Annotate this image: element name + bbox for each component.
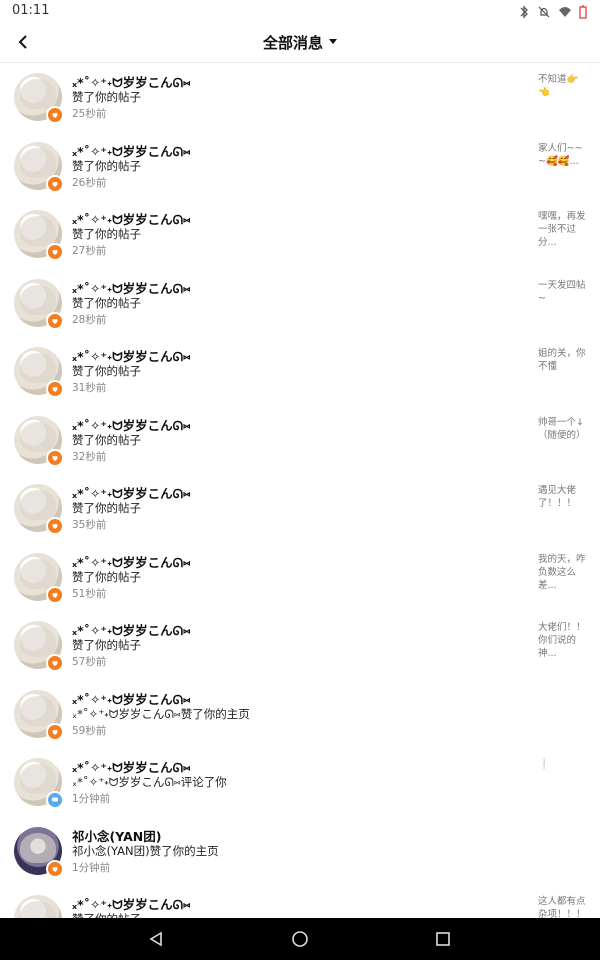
status-time: 01:11 (12, 3, 50, 18)
post-preview: 大佬们！！你们说的神... (538, 622, 586, 659)
action-text: 赞了你的帖子 (72, 638, 141, 652)
list-item[interactable]: ₓ*˚✧⁺˖ᗢ岁岁こんᘏ⑅ 赞了你的帖子 27秒前 嘿嘿，再发一张不过分... (0, 200, 600, 269)
action-text: 祁小念(YAN团)赞了你的主页 (72, 843, 219, 858)
avatar-image (20, 558, 56, 589)
timestamp: 59秒前 (72, 724, 107, 737)
timestamp: 51秒前 (72, 587, 107, 600)
action-text: ₓ*˚✧⁺˖ᗢ岁岁こんᘏ⑅评论了你 (72, 775, 227, 789)
like-badge-icon (46, 585, 64, 604)
list-item[interactable]: ₓ*˚✧⁺˖ᗢ岁岁こんᘏ⑅ ₓ*˚✧⁺˖ᗢ岁岁こんᘏ⑅评论了你 1分钟前 ❕ (0, 748, 600, 817)
status-bar: 01:11 (0, 0, 600, 24)
comment-badge-icon (46, 791, 64, 809)
post-preview: 家人们~~~🥰🥰... (538, 142, 583, 167)
list-item[interactable]: ₓ*˚✧⁺˖ᗢ岁岁こんᘏ⑅ 赞了你的帖子 51秒前 我的天，咋负数这么差... (0, 543, 600, 612)
page-title: 全部消息 (262, 34, 323, 52)
action-text: 赞了你的帖子 (72, 158, 141, 173)
like-badge-icon (46, 859, 64, 878)
status-icons (518, 4, 590, 19)
timestamp: 25秒前 (72, 108, 107, 120)
post-preview: 这人都有点杂项！！！ (538, 896, 586, 918)
avatar-image (20, 421, 56, 452)
post-preview: 嘿嘿，再发一张不过分... (538, 211, 586, 248)
caret-down-icon (329, 39, 337, 44)
message-list[interactable]: ₓ*˚✧⁺˖ᗢ岁岁こんᘏ⑅ 赞了你的帖子 25秒前 不知道👉👈 ₓ*˚✧⁺˖ᗢ岁岁こんᘏ… (0, 63, 600, 918)
nav-recents-button[interactable] (431, 927, 455, 951)
avatar-image (20, 284, 56, 315)
avatar-image (20, 832, 56, 863)
list-item[interactable]: ₓ*˚✧⁺˖ᗢ岁岁こんᘏ⑅ 赞了你的帖子 26秒前 家人们~~~🥰🥰... (0, 132, 600, 201)
nav-back-button[interactable] (144, 927, 168, 951)
post-preview: 不知道👉👈 (538, 74, 579, 98)
avatar-image (20, 147, 56, 178)
like-badge-icon (46, 243, 64, 261)
like-badge-icon (46, 380, 64, 398)
timestamp: 27秒前 (72, 245, 107, 257)
avatar-image (20, 764, 56, 794)
action-text: 赞了你的帖子 (72, 227, 141, 241)
post-preview: ❕ (538, 759, 550, 770)
like-badge-icon (46, 448, 64, 467)
post-preview: 一天发四帖~ (538, 279, 586, 304)
list-item[interactable]: ₓ*˚✧⁺˖ᗢ岁岁こんᘏ⑅ 赞了你的帖子 28秒前 一天发四帖~ (0, 269, 600, 338)
list-item[interactable]: ₓ*˚✧⁺˖ᗢ岁岁こんᘏ⑅ 赞了你的帖子 25秒前 不知道👉👈 (0, 63, 600, 132)
like-badge-icon (46, 654, 64, 672)
mute-icon (538, 4, 550, 18)
title-dropdown[interactable]: 全部消息 (0, 32, 600, 53)
avatar-image (20, 79, 56, 109)
action-text: 赞了你的帖子 (72, 364, 141, 378)
timestamp: 28秒前 (72, 313, 107, 326)
avatar-image (20, 695, 56, 726)
post-preview: 姐的关，你不懂 (538, 348, 586, 372)
timestamp: 57秒前 (72, 656, 107, 668)
header: 全部消息 (0, 24, 600, 63)
action-text: ₓ*˚✧⁺˖ᗢ岁岁こんᘏ⑅赞了你的主页 (72, 706, 250, 721)
timestamp: 32秒前 (72, 450, 107, 463)
action-text: 赞了你的帖子 (72, 569, 141, 584)
post-preview: 帅哥一个↓（随便的） (538, 416, 586, 441)
bluetooth-icon (518, 4, 530, 19)
like-badge-icon (46, 311, 64, 330)
action-text: 赞了你的帖子 (72, 501, 141, 515)
avatar-image (20, 216, 56, 246)
timestamp: 31秒前 (72, 382, 107, 394)
avatar-image (20, 627, 56, 657)
back-triangle-icon (149, 931, 162, 947)
like-badge-icon (46, 722, 64, 741)
avatar-image (20, 353, 56, 383)
list-item[interactable]: ₓ*˚✧⁺˖ᗢ岁岁こんᘏ⑅ 赞了你的帖子 31秒前 姐的关，你不懂 (0, 337, 600, 406)
home-circle-icon (292, 931, 308, 947)
timestamp: 35秒前 (72, 519, 107, 531)
like-badge-icon (46, 517, 64, 535)
action-text: 赞了你的帖子 (72, 295, 141, 310)
post-preview: 遇见大佬了！！！ (538, 485, 577, 509)
action-text: 赞了你的帖子 (72, 911, 141, 918)
avatar[interactable] (14, 895, 62, 918)
avatar-image (20, 901, 56, 918)
action-text: 赞了你的帖子 (72, 90, 141, 104)
list-item[interactable]: 祁小念(YAN团) 祁小念(YAN团)赞了你的主页 1分钟前 (0, 817, 600, 886)
list-item[interactable]: ₓ*˚✧⁺˖ᗢ岁岁こんᘏ⑅ 赞了你的帖子 32秒前 帅哥一个↓（随便的） (0, 406, 600, 475)
nav-bar (0, 918, 600, 960)
avatar-image (20, 490, 56, 520)
timestamp: 26秒前 (72, 176, 107, 189)
list-item[interactable]: ₓ*˚✧⁺˖ᗢ岁岁こんᘏ⑅ 赞了你的帖子 57秒前 大佬们！！你们说的神... (0, 611, 600, 680)
action-text: 赞了你的帖子 (72, 432, 141, 447)
like-badge-icon (46, 174, 64, 193)
battery-icon (578, 4, 590, 19)
like-badge-icon (46, 106, 64, 124)
list-item[interactable]: ₓ*˚✧⁺˖ᗢ岁岁こんᘏ⑅赞了你的帖子这人都有点杂项！！！ (0, 885, 600, 918)
post-preview: 我的天，咋负数这么差... (538, 553, 586, 591)
list-item[interactable]: ₓ*˚✧⁺˖ᗢ岁岁こんᘏ⑅ ₓ*˚✧⁺˖ᗢ岁岁こんᘏ⑅赞了你的主页 59秒前 (0, 680, 600, 749)
nav-home-button[interactable] (288, 927, 312, 951)
timestamp: 1分钟前 (72, 793, 111, 805)
timestamp: 1分钟前 (72, 861, 111, 874)
list-item[interactable]: ₓ*˚✧⁺˖ᗢ岁岁こんᘏ⑅ 赞了你的帖子 35秒前 遇见大佬了！！！ (0, 474, 600, 543)
wifi-icon (558, 4, 571, 18)
recents-square-icon (436, 932, 450, 946)
